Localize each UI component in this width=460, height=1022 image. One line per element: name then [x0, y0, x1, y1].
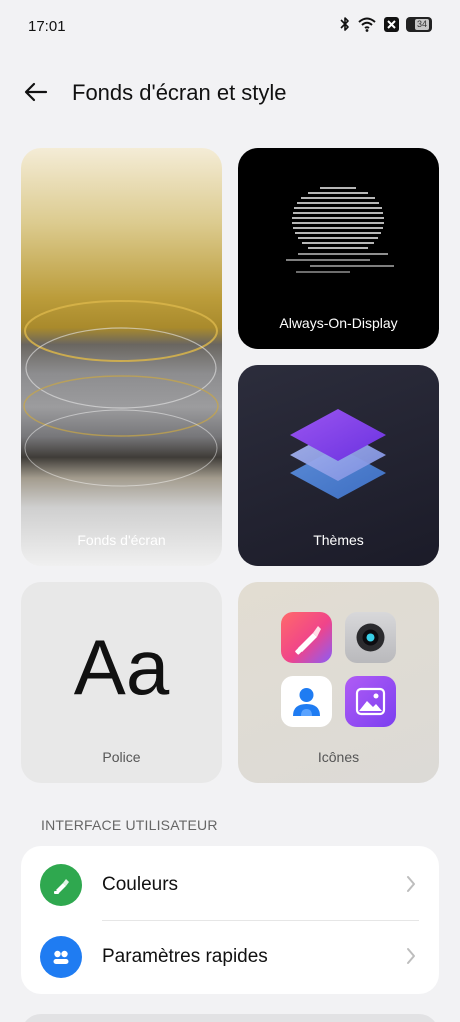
- gallery-icon: [345, 676, 396, 727]
- chevron-right-icon: [405, 946, 417, 971]
- font-tile[interactable]: Aa Police: [21, 582, 222, 783]
- quick-settings-icon: [40, 936, 82, 978]
- header: Fonds d'écran et style: [0, 68, 460, 120]
- palette-icon: [40, 864, 82, 906]
- back-button[interactable]: [18, 78, 54, 110]
- settings-row-colors[interactable]: Couleurs: [21, 848, 439, 921]
- status-bar: 17:01 34: [0, 0, 460, 54]
- camera-icon: [345, 612, 396, 663]
- chevron-right-icon: [405, 874, 417, 899]
- icons-tile[interactable]: Icônes: [238, 582, 439, 783]
- icons-label: Icônes: [317, 749, 360, 765]
- paint-brush-icon: [281, 612, 332, 663]
- battery-level: 34: [414, 18, 429, 30]
- section-header: INTERFACE UTILISATEUR: [41, 817, 218, 833]
- page-title: Fonds d'écran et style: [72, 80, 287, 105]
- font-label: Police: [102, 749, 141, 765]
- wallpaper-preview: [23, 300, 219, 487]
- font-sample: Aa: [73, 623, 170, 711]
- aod-tile[interactable]: Always-On-Display: [238, 148, 439, 349]
- themes-label: Thèmes: [313, 532, 364, 548]
- status-icons: 34: [340, 16, 432, 32]
- status-time: 17:01: [28, 18, 66, 35]
- aod-label: Always-On-Display: [279, 315, 398, 331]
- settings-row-label: Paramètres rapides: [102, 946, 268, 967]
- wallpaper-label: Fonds d'écran: [77, 532, 166, 548]
- wallpaper-tile[interactable]: Fonds d'écran: [21, 148, 222, 566]
- arrow-left-icon: [24, 82, 48, 107]
- bluetooth-icon: [340, 16, 350, 32]
- settings-row-label: Couleurs: [102, 874, 179, 895]
- notification-icon: [384, 16, 399, 32]
- wifi-icon: [357, 16, 377, 32]
- settings-row-quick-settings[interactable]: Paramètres rapides: [21, 920, 439, 992]
- battery-icon: 34: [406, 16, 432, 32]
- next-settings-card: [21, 1014, 439, 1022]
- themes-tile[interactable]: Thèmes: [238, 365, 439, 566]
- settings-card: Couleurs Paramètres rapides: [21, 846, 439, 994]
- contact-icon: [281, 676, 332, 727]
